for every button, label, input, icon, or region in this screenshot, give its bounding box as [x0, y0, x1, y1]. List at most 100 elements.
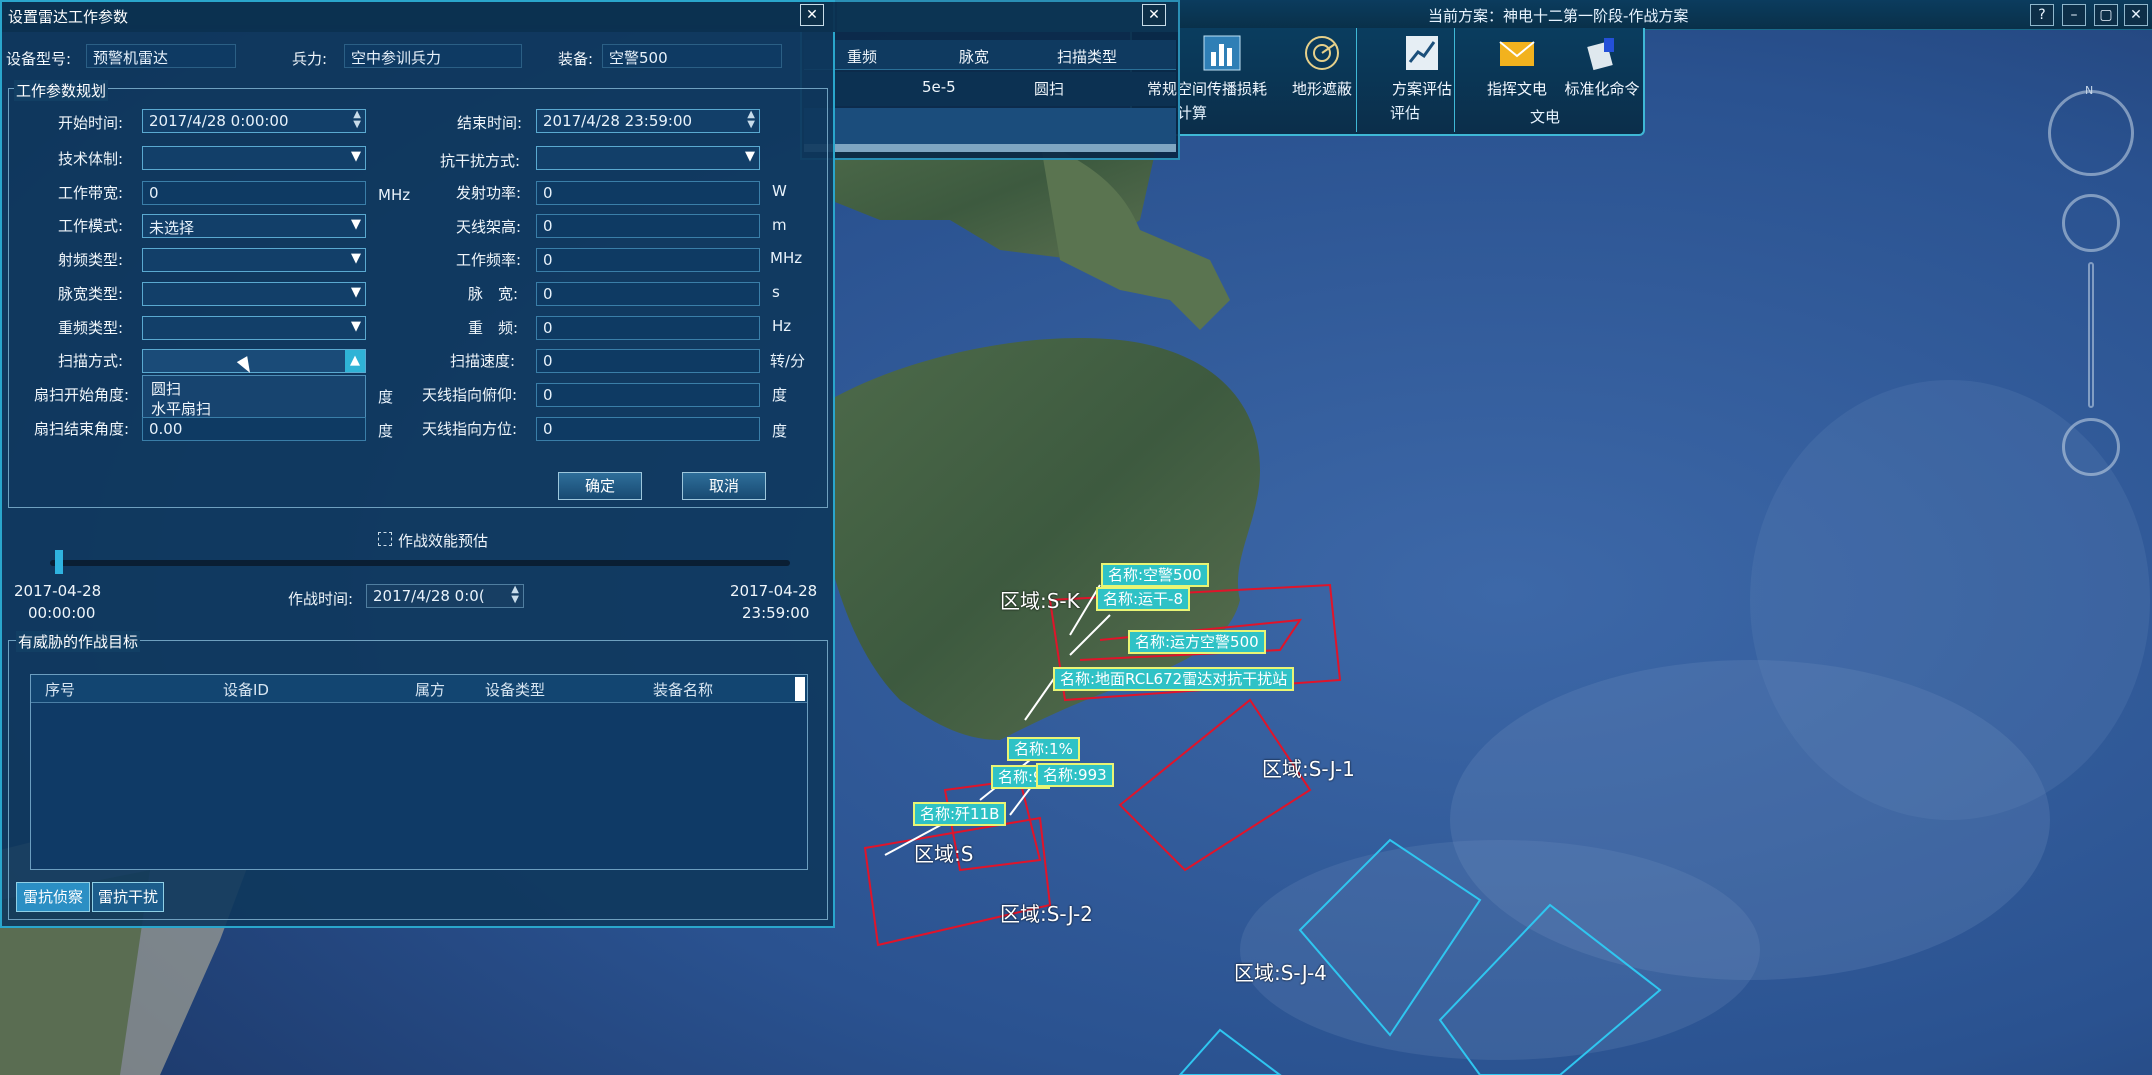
tool-label: 空间传播损耗 — [1176, 80, 1267, 98]
chevron-down-icon: ▼ — [351, 285, 361, 300]
scrollbar[interactable] — [804, 144, 1176, 152]
end-time-picker[interactable]: 2017/4/28 23:59:00 ▲ ▼ — [536, 109, 760, 133]
close-icon[interactable]: ✕ — [1142, 4, 1166, 26]
prf-type-label: 重频类型: — [58, 319, 124, 337]
tool-label: 标准化命令 — [1564, 80, 1640, 98]
sector-end-unit: 度 — [378, 422, 394, 440]
zoom-slider[interactable] — [2088, 262, 2094, 408]
antenna-height-input[interactable]: 0 — [536, 214, 760, 238]
spin-arrows-icon: ▲ ▼ — [747, 109, 755, 130]
sector-start-unit: 度 — [378, 388, 394, 406]
timeline-end-time: 23:59:00 — [742, 604, 810, 622]
command-icon — [1587, 38, 1614, 71]
tab-recon[interactable]: 雷抗侦察 — [16, 882, 90, 912]
region-label-sj4: 区域:S-J-4 — [1234, 961, 1327, 985]
col-side: 属方 — [415, 681, 446, 699]
device-type-field: 预警机雷达 — [86, 44, 236, 68]
map-tag-kj500[interactable]: 名称:空警500 — [1101, 563, 1209, 587]
anti-jam-select[interactable]: ▼ — [536, 146, 760, 170]
compass-control[interactable] — [2048, 90, 2134, 176]
chevron-down-icon: ▼ — [351, 251, 361, 266]
region-label-sj1: 区域:S-J-1 — [1262, 757, 1355, 781]
pan-control[interactable] — [2062, 194, 2120, 252]
timeline-handle[interactable] — [55, 550, 64, 574]
start-time-picker[interactable]: 2017/4/28 0:00:00 ▲ ▼ — [142, 109, 366, 133]
power-label: 发射功率: — [456, 184, 522, 202]
tool-standard-command[interactable]: 标准化命令 — [1552, 34, 1652, 99]
map-tag-j11b[interactable]: 名称:歼11B — [913, 802, 1007, 826]
force-field: 空中参训兵力 — [344, 44, 522, 68]
tilt-control[interactable] — [2062, 418, 2120, 476]
scan-option-circle[interactable]: 圆扫 — [151, 378, 181, 399]
freq-input[interactable]: 0 — [536, 248, 760, 272]
power-input[interactable]: 0 — [536, 181, 760, 205]
tool-label: 地形遮蔽 — [1291, 80, 1352, 98]
table-area — [804, 108, 1176, 146]
spin-arrows-icon: ▲ ▼ — [511, 584, 519, 605]
cell-pulse-width: 5e-5 — [922, 78, 956, 96]
battle-time-value: 2017/4/28 0:0( — [373, 587, 485, 605]
map-tag-rcl672[interactable]: 名称:地面RCL672雷达对抗干扰站 — [1053, 667, 1295, 691]
map-tag-1[interactable]: 名称:1% — [1007, 737, 1080, 761]
scan-speed-label: 扫描速度: — [450, 352, 516, 370]
current-plan: 当前方案：神电十二第一阶段-作战方案 — [1428, 7, 1689, 25]
restore-button[interactable]: ▢ — [2094, 4, 2118, 26]
tool-plan-evaluation[interactable]: 方案评估 — [1372, 34, 1472, 99]
map-tag-kj500-2[interactable]: 名称:运方空警500 — [1128, 630, 1266, 654]
effect-checkbox[interactable] — [378, 532, 392, 546]
tool-propagation-loss[interactable]: 空间传播损耗 — [1172, 34, 1272, 99]
region-label-sj2: 区域:S-J-2 — [1000, 902, 1093, 926]
spin-arrows-icon: ▲ ▼ — [353, 109, 361, 130]
rf-type-select[interactable]: ▼ — [142, 248, 366, 272]
elevation-label: 天线指向俯仰: — [422, 386, 518, 404]
scan-mode-dropdown: 圆扫 水平扇扫 — [142, 375, 366, 419]
scan-speed-input[interactable]: 0 — [536, 349, 760, 373]
pulse-width-input[interactable]: 0 — [536, 282, 760, 306]
azimuth-label: 天线指向方位: — [422, 420, 518, 438]
sector-end-input[interactable]: 0.00 — [142, 417, 366, 441]
close-window-button[interactable]: ✕ — [2124, 4, 2148, 26]
power-unit: W — [772, 182, 787, 200]
map-tag-yun8[interactable]: 名称:运干-8 — [1096, 587, 1191, 611]
ok-button[interactable]: 确定 — [558, 472, 642, 500]
bandwidth-input[interactable]: 0 — [142, 181, 366, 205]
elevation-input[interactable]: 0 — [536, 383, 760, 407]
help-button[interactable]: ? — [2030, 4, 2054, 26]
cell-scan-type: 圆扫 — [1034, 80, 1065, 98]
col-equipment-name: 装备名称 — [653, 681, 714, 699]
chevron-down-icon: ▼ — [745, 149, 755, 164]
cancel-button[interactable]: 取消 — [682, 472, 766, 500]
timeline-track[interactable] — [50, 560, 790, 566]
chevron-up-icon: ▲ — [345, 350, 365, 372]
battle-time-label: 作战时间: — [288, 590, 354, 608]
battle-time-picker[interactable]: 2017/4/28 0:0( ▲ ▼ — [366, 584, 524, 608]
tab-jam[interactable]: 雷抗干扰 — [92, 882, 164, 912]
tool-terrain-mask[interactable]: 地形遮蔽 — [1272, 34, 1372, 99]
timeline-start-time: 00:00:00 — [28, 604, 96, 622]
col-index: 序号 — [45, 681, 76, 699]
start-time-label: 开始时间: — [58, 114, 124, 132]
scrollbar[interactable] — [795, 677, 805, 701]
map-tag-993[interactable]: 名称:993 — [1036, 763, 1114, 787]
prf-type-select[interactable]: ▼ — [142, 316, 366, 340]
mode-select[interactable]: 未选择 ▼ — [142, 214, 366, 238]
table-row[interactable] — [804, 72, 1176, 106]
radar-icon — [1305, 36, 1339, 70]
pulse-type-select[interactable]: ▼ — [142, 282, 366, 306]
group-label-eval: 评估 — [1390, 104, 1421, 122]
tech-select[interactable]: ▼ — [142, 146, 366, 170]
section-title: 工作参数规划 — [14, 80, 109, 101]
close-icon[interactable]: ✕ — [800, 4, 824, 26]
group-label-calc: 计算 — [1177, 104, 1208, 122]
toolbar-separator — [1356, 28, 1357, 132]
scan-option-sector[interactable]: 水平扇扫 — [151, 398, 211, 419]
azimuth-input[interactable]: 0 — [536, 417, 760, 441]
prf-input[interactable]: 0 — [536, 316, 760, 340]
group-label-message: 文电 — [1530, 108, 1561, 126]
elevation-unit: 度 — [772, 386, 788, 404]
minimize-button[interactable]: – — [2062, 4, 2086, 26]
dialog-title: 设置雷达工作参数 — [8, 8, 129, 26]
start-time-value: 2017/4/28 0:00:00 — [149, 112, 289, 130]
chevron-down-icon: ▼ — [351, 319, 361, 334]
end-time-value: 2017/4/28 23:59:00 — [543, 112, 693, 130]
